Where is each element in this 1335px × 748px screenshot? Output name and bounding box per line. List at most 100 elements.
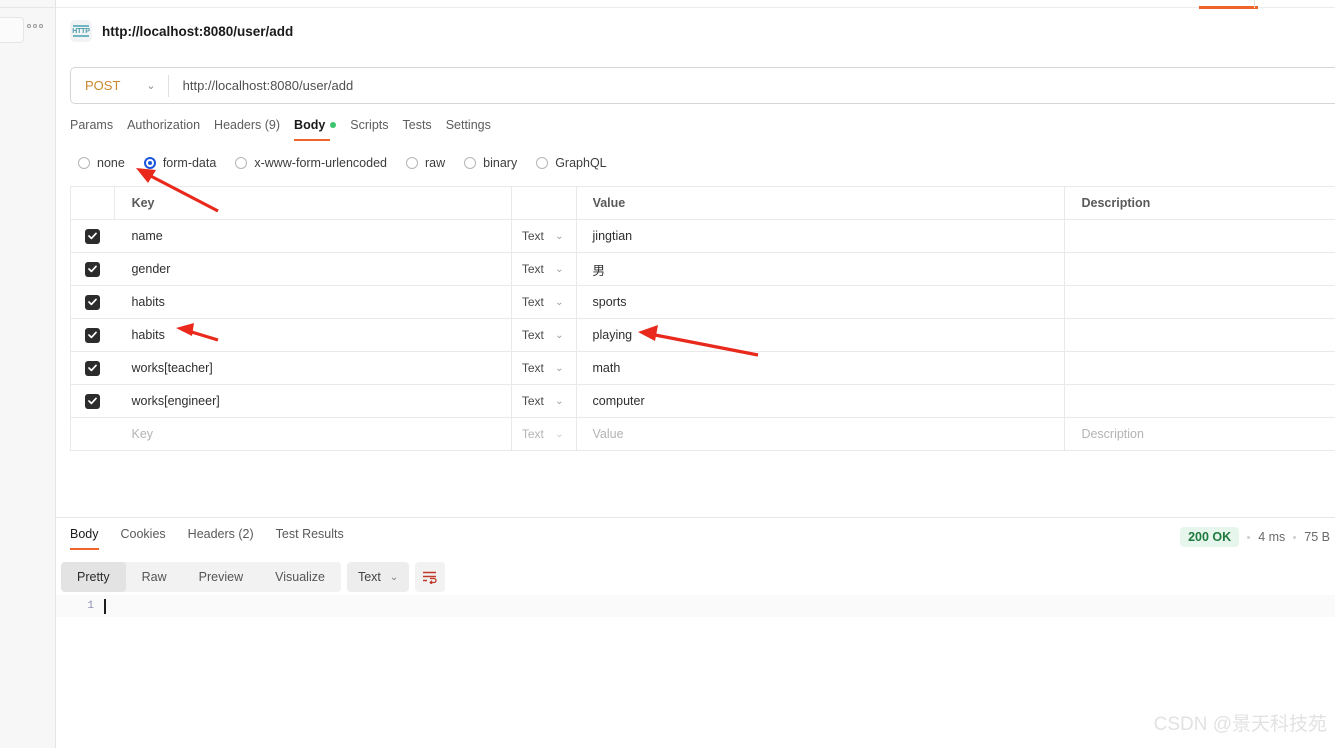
- table-row: works[engineer] Text ⌄ computer: [71, 385, 1335, 418]
- row-description-input[interactable]: [1065, 253, 1335, 285]
- tab-headers[interactable]: Headers (9): [214, 118, 294, 141]
- row-type-select[interactable]: Text ⌄: [512, 220, 577, 252]
- row-value-input[interactable]: jingtian: [577, 220, 1066, 252]
- tab-authorization-label: Authorization: [127, 118, 201, 132]
- response-size[interactable]: 75 B: [1304, 530, 1330, 544]
- chevron-down-icon: ⌄: [555, 362, 564, 374]
- tab-settings[interactable]: Settings: [446, 118, 505, 141]
- row-description-input[interactable]: [1065, 220, 1335, 252]
- row-description-input[interactable]: [1065, 352, 1335, 384]
- response-view-mode-group: Pretty Raw Preview Visualize: [61, 562, 341, 592]
- row-value-input[interactable]: sports: [577, 286, 1066, 318]
- radio-graphql[interactable]: GraphQL: [536, 156, 607, 170]
- view-mode-raw[interactable]: Raw: [126, 562, 183, 592]
- chevron-down-icon: ⌄: [555, 230, 564, 242]
- response-body-editor[interactable]: 1: [56, 595, 1335, 617]
- tab-params[interactable]: Params: [70, 118, 127, 141]
- row-value-input[interactable]: playing: [577, 319, 1066, 351]
- row-type-select[interactable]: Text ⌄: [512, 253, 577, 285]
- radio-raw[interactable]: raw: [406, 156, 445, 170]
- response-tab-headers[interactable]: Headers (2): [188, 527, 254, 550]
- response-tab-body[interactable]: Body: [70, 527, 99, 550]
- row-type-text: Text: [521, 229, 544, 243]
- row-checkbox[interactable]: [71, 253, 114, 285]
- radio-none[interactable]: none: [78, 156, 125, 170]
- http-badge-label: HTTP: [72, 27, 90, 35]
- radio-none-label: none: [97, 156, 125, 170]
- view-mode-pretty[interactable]: Pretty: [61, 562, 126, 592]
- tab-body-label: Body: [294, 118, 326, 132]
- radio-circle-icon: [235, 157, 248, 169]
- radio-form-data[interactable]: form-data: [143, 156, 217, 170]
- tab-body[interactable]: Body: [294, 118, 350, 141]
- checkbox-checked-icon: [85, 261, 101, 277]
- wrap-lines-button[interactable]: [415, 562, 446, 592]
- new-row-key-input[interactable]: Key: [114, 418, 512, 450]
- view-mode-visualize[interactable]: Visualize: [259, 562, 341, 592]
- tab-scripts[interactable]: Scripts: [350, 118, 402, 141]
- row-value-input[interactable]: computer: [577, 385, 1066, 417]
- header-value: Value: [577, 187, 1066, 219]
- chevron-down-icon: ⌄: [555, 263, 564, 275]
- tab-tests[interactable]: Tests: [403, 118, 446, 141]
- wrap-lines-icon: [423, 571, 437, 584]
- row-description-input[interactable]: [1065, 286, 1335, 318]
- response-tab-body-label: Body: [70, 527, 99, 541]
- row-checkbox[interactable]: [71, 319, 114, 351]
- row-value-input[interactable]: 男: [577, 253, 1066, 285]
- editor-caret: [104, 598, 106, 614]
- row-value-input[interactable]: math: [577, 352, 1066, 384]
- row-type-select[interactable]: Text ⌄: [512, 319, 577, 351]
- radio-binary[interactable]: binary: [464, 156, 517, 170]
- row-type-select[interactable]: Text ⌄: [512, 352, 577, 384]
- response-panel-divider: [56, 517, 1335, 518]
- new-row-type-select[interactable]: Text ⌄: [512, 418, 577, 450]
- checkbox-checked-icon: [85, 294, 101, 310]
- header-description: Description: [1081, 196, 1151, 210]
- radio-circle-icon: [143, 157, 156, 169]
- row-type-select[interactable]: Text ⌄: [512, 286, 577, 318]
- response-time[interactable]: 4 ms: [1258, 530, 1285, 544]
- response-tab-test-results-label: Test Results: [275, 527, 344, 541]
- status-badge[interactable]: 200 OK: [1180, 527, 1240, 547]
- row-key-input[interactable]: works[engineer]: [114, 385, 512, 417]
- table-row-empty: Key Text ⌄ Value Description: [71, 418, 1335, 451]
- row-key-input[interactable]: habits: [114, 286, 512, 318]
- row-key-input[interactable]: gender: [114, 253, 512, 285]
- row-type-select[interactable]: Text ⌄: [512, 385, 577, 417]
- row-key-input[interactable]: habits: [114, 319, 512, 351]
- row-key-input[interactable]: works[teacher]: [114, 352, 512, 384]
- new-row-value-input[interactable]: Value: [577, 418, 1066, 450]
- radio-circle-icon: [406, 157, 418, 169]
- row-description-input[interactable]: [1065, 319, 1335, 351]
- tab-authorization[interactable]: Authorization: [127, 118, 214, 141]
- radio-circle-icon: [78, 157, 90, 169]
- response-tabs: Body Cookies Headers (2) Test Results: [70, 527, 366, 550]
- more-options-icon[interactable]: [27, 24, 43, 28]
- response-tab-cookies[interactable]: Cookies: [121, 527, 166, 550]
- url-input[interactable]: http://localhost:8080/user/add: [169, 78, 1335, 93]
- new-row-description-input[interactable]: Description: [1065, 418, 1335, 450]
- active-request-tab-underline: [1199, 6, 1258, 9]
- row-checkbox[interactable]: [71, 352, 114, 384]
- left-sidebar-rail: [0, 0, 56, 748]
- row-value-text: math: [592, 361, 621, 375]
- rail-panel-box: [0, 17, 24, 43]
- row-checkbox[interactable]: [71, 385, 114, 417]
- row-checkbox-empty[interactable]: [71, 418, 114, 450]
- row-description-input[interactable]: [1065, 385, 1335, 417]
- radio-urlencoded-label: x-www-form-urlencoded: [254, 156, 387, 170]
- view-mode-preview[interactable]: Preview: [183, 562, 259, 592]
- response-format-select[interactable]: Text ⌄: [346, 562, 410, 592]
- radio-circle-icon: [536, 157, 549, 169]
- row-checkbox[interactable]: [71, 220, 114, 252]
- header-checkbox-cell: [71, 187, 115, 219]
- radio-x-www-form-urlencoded[interactable]: x-www-form-urlencoded: [235, 156, 387, 170]
- table-row: gender Text ⌄ 男: [71, 253, 1335, 286]
- radio-form-data-label: form-data: [162, 156, 217, 170]
- row-checkbox[interactable]: [71, 286, 114, 318]
- response-tab-headers-label: Headers (2): [187, 527, 254, 541]
- response-tab-test-results[interactable]: Test Results: [276, 527, 344, 550]
- row-key-input[interactable]: name: [114, 220, 512, 252]
- method-select[interactable]: POST ⌄: [71, 68, 168, 103]
